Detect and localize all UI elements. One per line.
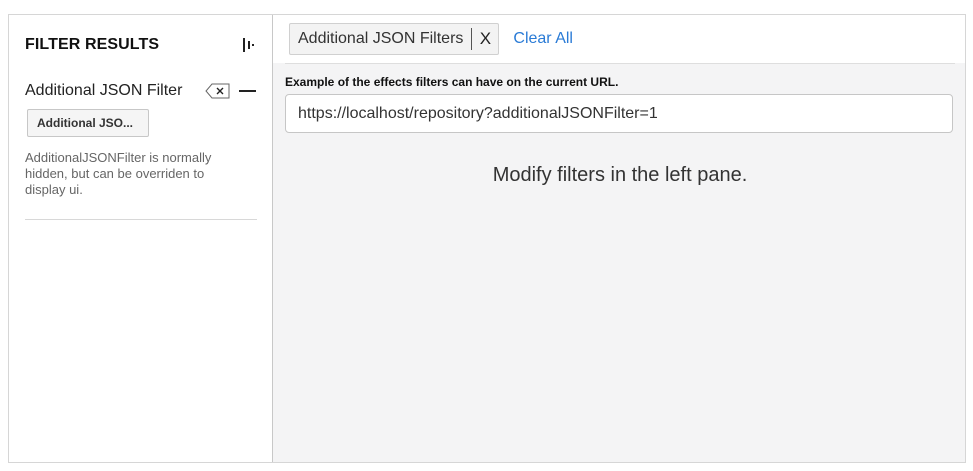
filter-header: Additional JSON Filter bbox=[25, 81, 257, 101]
section-divider bbox=[25, 219, 257, 220]
remove-filter-button[interactable]: X bbox=[472, 29, 498, 49]
clear-filter-icon[interactable] bbox=[205, 83, 231, 99]
empty-state-message: Modify filters in the left pane. bbox=[492, 164, 748, 186]
sidebar-title: FILTER RESULTS bbox=[25, 36, 160, 53]
collapse-section-icon[interactable] bbox=[239, 89, 257, 93]
clear-all-link[interactable]: Clear All bbox=[513, 30, 573, 48]
filter-name: Additional JSON Filter bbox=[25, 82, 183, 99]
filter-section: Additional JSON Filter Additional JSO...… bbox=[25, 81, 257, 198]
active-filter-chip: Additional JSON Filters X bbox=[289, 23, 500, 55]
filter-sidebar: FILTER RESULTS Additional JSON Filter Ad… bbox=[9, 15, 273, 462]
results-pane: Additional JSON Filters X Clear All Exam… bbox=[273, 15, 965, 462]
filter-description: AdditionalJSONFilter is normally hidden,… bbox=[25, 150, 212, 197]
url-label: Example of the effects filters can have … bbox=[285, 75, 619, 89]
active-filter-label[interactable]: Additional JSON Filters bbox=[290, 28, 473, 50]
sidebar-header: FILTER RESULTS bbox=[25, 34, 257, 56]
active-filters-bar: Additional JSON Filters X Clear All bbox=[273, 15, 965, 63]
collapse-panel-icon[interactable] bbox=[239, 36, 257, 54]
filter-app: FILTER RESULTS Additional JSON Filter Ad… bbox=[8, 14, 966, 463]
toolbar-divider bbox=[285, 63, 955, 64]
filter-option-chip[interactable]: Additional JSO... bbox=[27, 109, 149, 137]
url-field[interactable] bbox=[285, 94, 953, 133]
